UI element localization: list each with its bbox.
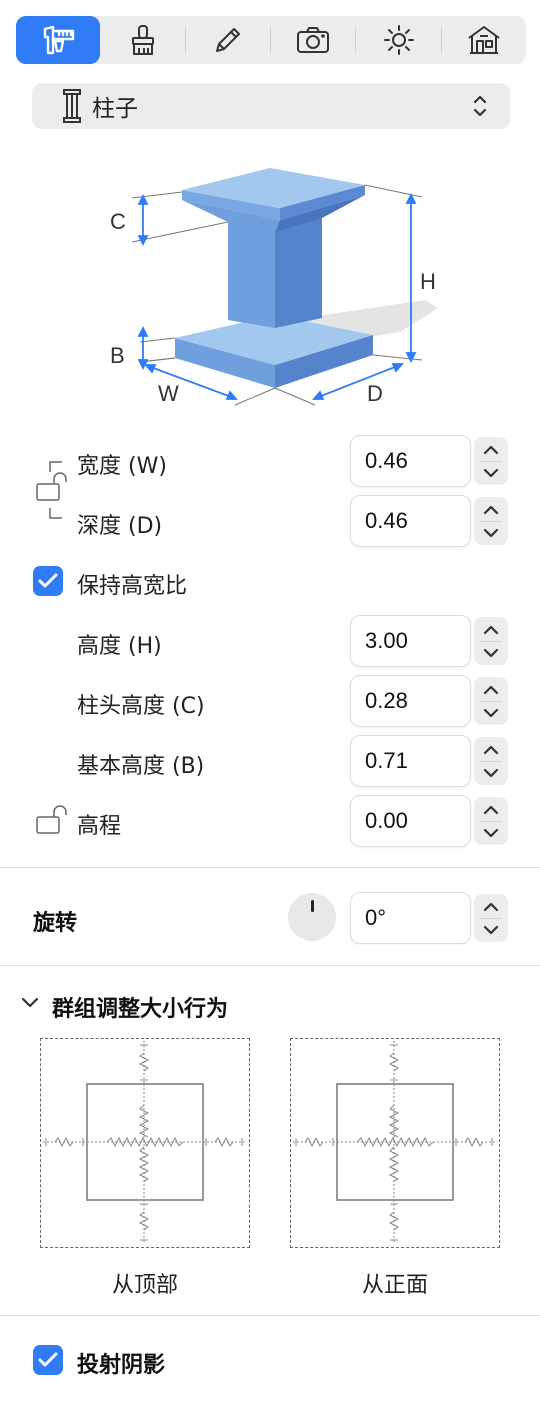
cast-shadow-checkbox[interactable] (33, 1345, 63, 1375)
rotation-knob[interactable] (288, 893, 336, 941)
capital-height-label: 柱头高度 (C) (77, 694, 205, 719)
section-divider (0, 965, 540, 966)
from-top-label: 从顶部 (111, 1273, 178, 1298)
chevron-down-icon[interactable] (482, 924, 500, 936)
dim-label-d: D (367, 381, 383, 406)
column-icon (63, 89, 81, 123)
elevation-field[interactable]: 0.00 (350, 795, 471, 847)
elevation-lock-icon[interactable] (34, 805, 70, 835)
disclosure-chevron-icon[interactable] (20, 996, 40, 1010)
capital-height-field[interactable]: 0.28 (350, 675, 471, 727)
resize-spring-diagram (293, 1041, 496, 1244)
chevron-up-icon[interactable] (482, 444, 500, 456)
chevron-down-icon[interactable] (482, 827, 500, 839)
resize-from-front-box[interactable] (290, 1038, 500, 1248)
house-icon (468, 26, 500, 54)
chevron-up-icon[interactable] (482, 504, 500, 516)
dim-label-h: H (420, 269, 436, 294)
base-height-stepper[interactable] (474, 737, 508, 785)
keep-ratio-checkbox[interactable] (33, 566, 63, 596)
section-divider (0, 867, 540, 868)
base-height-value: 0.71 (365, 748, 408, 773)
keep-ratio-label: 保持高宽比 (77, 574, 188, 599)
tab-materials[interactable] (100, 16, 184, 64)
sun-icon (383, 25, 414, 55)
height-label: 高度 (H) (77, 634, 162, 659)
width-stepper[interactable] (474, 437, 508, 485)
width-value: 0.46 (365, 448, 408, 473)
chevron-down-icon[interactable] (482, 767, 500, 779)
dim-label-b: B (110, 343, 125, 368)
checkmark-icon (38, 573, 58, 588)
elevation-value: 0.00 (365, 808, 408, 833)
rotation-stepper[interactable] (474, 894, 508, 942)
pencil-icon (215, 28, 240, 52)
resize-from-top-box[interactable] (40, 1038, 250, 1248)
chevron-down-icon[interactable] (482, 647, 500, 659)
measure-caliper-icon (43, 25, 75, 55)
depth-label: 深度 (D) (77, 514, 163, 539)
proportion-lock-icon[interactable] (34, 448, 74, 534)
chevron-up-icon[interactable] (482, 744, 500, 756)
rotation-value: 0° (365, 905, 387, 930)
section-divider (0, 1315, 540, 1316)
capital-height-stepper[interactable] (474, 677, 508, 725)
camera-icon (297, 27, 330, 53)
dim-label-w: W (158, 381, 179, 406)
from-front-label: 从正面 (361, 1273, 428, 1298)
paint-brush-icon (131, 25, 154, 55)
dim-label-c: C (110, 209, 126, 234)
base-height-field[interactable]: 0.71 (350, 735, 471, 787)
chevron-down-icon[interactable] (482, 467, 500, 479)
tab-dimensions[interactable] (16, 16, 101, 64)
column-diagram (131, 168, 438, 406)
rotation-label: 旋转 (33, 911, 78, 936)
rotation-field[interactable]: 0° (350, 892, 471, 944)
inspector-toolbar (16, 16, 526, 64)
object-type-label: 柱子 (92, 96, 138, 122)
tab-edit[interactable] (186, 16, 270, 64)
cast-shadow-label: 投射阴影 (77, 1353, 166, 1378)
chevron-down-icon[interactable] (482, 527, 500, 539)
resize-spring-diagram (43, 1041, 246, 1244)
chevron-updown-icon (473, 95, 487, 117)
height-stepper[interactable] (474, 617, 508, 665)
chevron-up-icon[interactable] (482, 804, 500, 816)
depth-stepper[interactable] (474, 497, 508, 545)
depth-field[interactable]: 0.46 (350, 495, 471, 547)
tab-camera[interactable] (271, 16, 355, 64)
object-type-popup[interactable]: 柱子 (32, 83, 510, 129)
height-field[interactable]: 3.00 (350, 615, 471, 667)
group-resize-title: 群组调整大小行为 (52, 997, 229, 1022)
elevation-stepper[interactable] (474, 797, 508, 845)
height-value: 3.00 (365, 628, 408, 653)
capital-height-value: 0.28 (365, 688, 408, 713)
width-label: 宽度 (W) (77, 454, 167, 479)
tab-building[interactable] (442, 16, 526, 64)
chevron-up-icon[interactable] (482, 901, 500, 913)
base-height-label: 基本高度 (B) (77, 754, 205, 779)
elevation-label: 高程 (77, 814, 122, 839)
chevron-up-icon[interactable] (482, 684, 500, 696)
tab-lighting[interactable] (356, 16, 440, 64)
chevron-down-icon[interactable] (482, 707, 500, 719)
checkmark-icon (38, 1352, 58, 1367)
depth-value: 0.46 (365, 508, 408, 533)
width-field[interactable]: 0.46 (350, 435, 471, 487)
chevron-up-icon[interactable] (482, 624, 500, 636)
